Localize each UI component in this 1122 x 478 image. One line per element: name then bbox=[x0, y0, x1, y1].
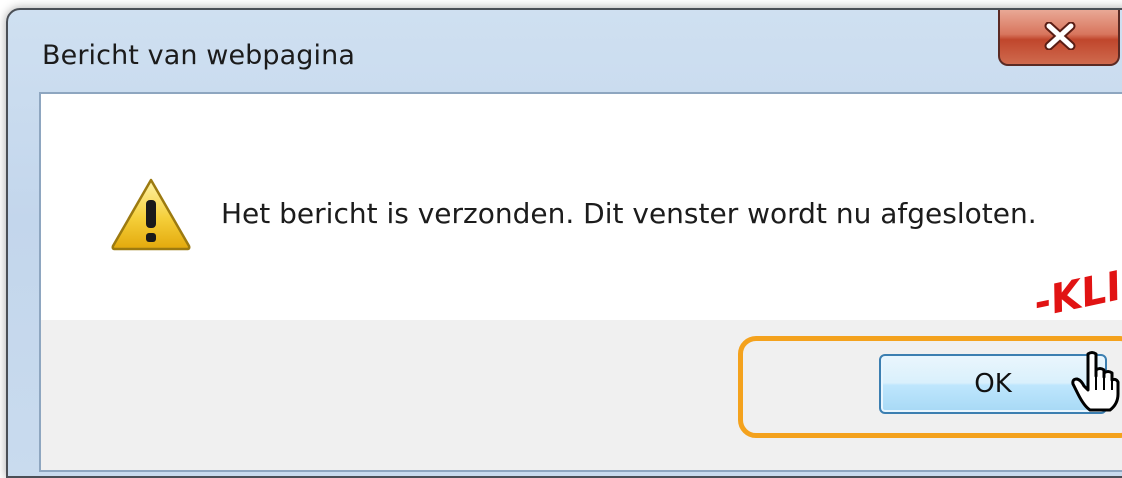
hand-pointer-icon bbox=[1071, 351, 1120, 412]
dialog-title: Bericht van webpagina bbox=[42, 40, 355, 71]
message-area: Het bericht is verzonden. Dit venster wo… bbox=[41, 94, 1122, 320]
close-icon bbox=[1044, 22, 1076, 50]
warning-icon bbox=[111, 178, 191, 251]
highlight-ring bbox=[738, 336, 1122, 438]
dialog-message: Het bericht is verzonden. Dit venster wo… bbox=[221, 197, 1037, 230]
close-button[interactable] bbox=[998, 10, 1120, 66]
title-bar: Bericht van webpagina bbox=[8, 10, 1122, 94]
